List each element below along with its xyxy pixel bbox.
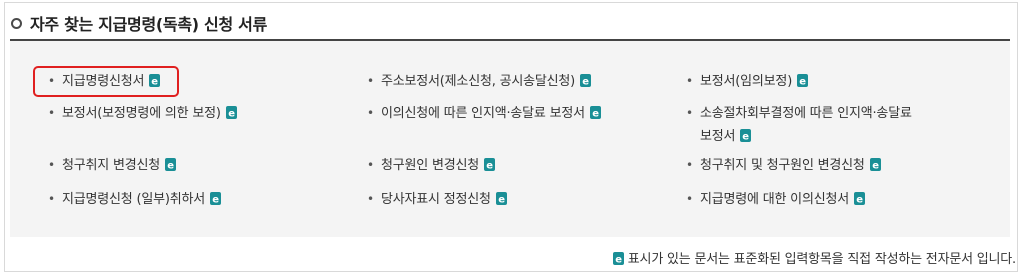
document-item: • 이의신청에 따른 인지액·송달료 보정서 e <box>367 102 601 125</box>
svg-text:e: e <box>228 109 235 120</box>
document-item: • 보정서(보정명령에 의한 보정) e <box>48 102 237 125</box>
svg-text:e: e <box>799 77 806 88</box>
svg-text:e: e <box>856 195 863 206</box>
legend-footnote: e 표시가 있는 문서는 표준화된 입력항목을 직접 작성하는 전자문서 입니다. <box>612 248 1016 267</box>
electronic-form-icon[interactable]: e <box>484 158 496 172</box>
document-item: • 지급명령신청 (일부)취하서 e <box>48 188 222 211</box>
electronic-form-icon[interactable]: e <box>797 74 809 88</box>
electronic-form-icon[interactable]: e <box>210 192 222 206</box>
document-link-voluntary-correction[interactable]: 보정서(임의보정) <box>700 74 792 89</box>
svg-text:e: e <box>742 132 749 143</box>
document-item: • 소송절차회부결정에 따른 인지액·송달료 보정서 e <box>686 106 912 144</box>
electronic-form-icon: e <box>612 252 624 266</box>
document-item: • 지급명령에 대한 이의신청서 e <box>686 188 865 211</box>
electronic-form-icon[interactable]: e <box>869 158 881 172</box>
electronic-form-icon[interactable]: e <box>495 192 507 206</box>
document-item: • 보정서(임의보정) e <box>686 70 809 93</box>
document-item: • 청구취지 및 청구원인 변경신청 e <box>686 154 881 177</box>
document-item: • 당사자표시 정정신청 e <box>367 188 507 211</box>
document-item: • 청구취지 변경신청 e <box>48 154 177 177</box>
document-link-partial-withdrawal[interactable]: 지급명령신청 (일부)취하서 <box>62 192 205 207</box>
svg-text:e: e <box>167 161 174 172</box>
svg-text:e: e <box>212 195 219 206</box>
document-link-claim-purpose-and-cause-change[interactable]: 청구취지 및 청구원인 변경신청 <box>700 158 865 173</box>
document-link-ordered-correction[interactable]: 보정서(보정명령에 의한 보정) <box>62 106 221 121</box>
document-item: • 청구원인 변경신청 e <box>367 154 496 177</box>
svg-text:e: e <box>498 195 505 206</box>
electronic-form-icon[interactable]: e <box>854 192 865 205</box>
footnote-text: 표시가 있는 문서는 표준화된 입력항목을 직접 작성하는 전자문서 입니다. <box>627 252 1016 267</box>
highlight-box <box>33 66 179 97</box>
section-header: 자주 찾는 지급명령(독촉) 신청 서류 <box>11 12 267 34</box>
svg-text:e: e <box>582 77 589 88</box>
electronic-form-icon[interactable]: e <box>225 106 237 120</box>
document-link-objection-stamp-correction[interactable]: 이의신청에 따른 인지액·송달료 보정서 <box>381 106 585 121</box>
electronic-form-icon[interactable]: e <box>165 158 177 172</box>
document-link-party-indication-correction[interactable]: 당사자표시 정정신청 <box>381 192 491 207</box>
document-link-litigation-referral-stamp-correction[interactable]: 소송절차회부결정에 따른 인지액·송달료 <box>700 106 912 121</box>
section-title: 자주 찾는 지급명령(독촉) 신청 서류 <box>30 15 267 34</box>
document-link-address-correction[interactable]: 주소보정서(제소신청, 공시송달신청) <box>381 74 575 89</box>
document-link-claim-cause-change[interactable]: 청구원인 변경신청 <box>381 158 479 173</box>
document-link-claim-purpose-change[interactable]: 청구취지 변경신청 <box>62 158 160 173</box>
svg-text:e: e <box>486 161 493 172</box>
electronic-form-icon[interactable]: e <box>740 129 752 143</box>
electronic-form-icon[interactable]: e <box>580 74 592 88</box>
document-link-litigation-referral-stamp-correction-line2[interactable]: 보정서 <box>700 129 735 144</box>
circle-bullet-icon <box>11 17 22 29</box>
svg-text:e: e <box>615 255 622 266</box>
svg-text:e: e <box>592 109 599 120</box>
electronic-form-icon[interactable]: e <box>589 106 601 120</box>
document-item: • 주소보정서(제소신청, 공시송달신청) e <box>367 70 592 93</box>
svg-text:e: e <box>872 161 879 172</box>
document-link-payment-order-objection[interactable]: 지급명령에 대한 이의신청서 <box>700 192 849 207</box>
